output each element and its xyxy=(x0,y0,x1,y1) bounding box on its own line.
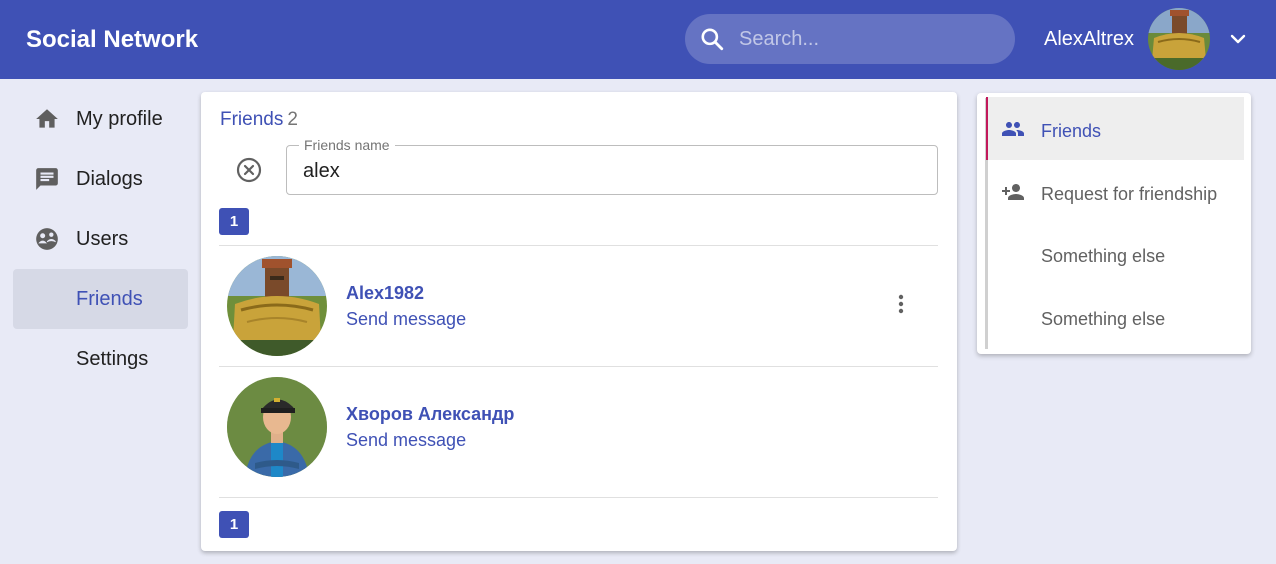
friends-name-field[interactable]: Friends name xyxy=(286,137,938,195)
person-add-icon xyxy=(1002,184,1024,200)
avatar[interactable] xyxy=(1148,8,1210,70)
chevron-down-icon[interactable] xyxy=(1226,27,1250,51)
menu-item-label: Request for friendship xyxy=(1041,184,1218,204)
sidebar-item-users[interactable]: Users xyxy=(13,209,188,269)
search-box[interactable] xyxy=(685,14,1015,64)
sidebar-item-label: Friends xyxy=(76,288,143,310)
search-icon xyxy=(701,28,724,51)
pagination-page-top[interactable]: 1 xyxy=(219,208,249,235)
friends-menu: Friends Request for friendship Something… xyxy=(977,93,1251,354)
friends-count: 2 xyxy=(287,109,298,130)
sidebar-item-label: Users xyxy=(76,228,129,250)
sidebar-item-settings[interactable]: Settings xyxy=(13,329,188,389)
menu-item-something-else-2[interactable]: Something else xyxy=(986,285,1244,348)
menu-item-label: Something else xyxy=(1041,309,1166,329)
sidebar-item-label: Settings xyxy=(76,348,149,370)
sidebar-item-label: Dialogs xyxy=(76,168,143,190)
pagination-page-bottom[interactable]: 1 xyxy=(219,511,249,538)
menu-item-request-for-friendship[interactable]: Request for friendship xyxy=(986,160,1244,223)
friends-title-label: Friends xyxy=(220,109,284,130)
sidebar-item-dialogs[interactable]: Dialogs xyxy=(13,149,188,209)
menu-item-something-else[interactable]: Something else xyxy=(986,222,1244,285)
menu-item-label: Something else xyxy=(1041,246,1166,266)
sidebar-item-my-profile[interactable]: My profile xyxy=(13,89,188,149)
friends-name-label: Friends name xyxy=(299,137,395,153)
send-message-link[interactable]: Send message xyxy=(346,308,466,330)
avatar[interactable] xyxy=(227,377,327,477)
sidebar-item-friends[interactable]: Friends xyxy=(13,269,188,329)
list-item: Хворов Александр Send message xyxy=(219,366,938,486)
username[interactable]: AlexAltrex xyxy=(1044,27,1134,51)
chat-icon xyxy=(36,168,58,190)
menu-item-label: Friends xyxy=(1041,121,1102,141)
home-icon xyxy=(36,109,58,128)
friends-name-input[interactable] xyxy=(303,158,903,184)
list-item: Alex1982 Send message xyxy=(219,245,938,365)
sidebar-item-label: My profile xyxy=(76,108,163,130)
menu-item-friends[interactable]: Friends xyxy=(986,97,1244,160)
friends-card: Friends2 Friends name 1 Alex1982 Se xyxy=(201,92,957,551)
app-header: Social Network AlexAltrex xyxy=(0,0,1276,79)
more-vert-icon[interactable] xyxy=(889,292,913,316)
avatar[interactable] xyxy=(227,256,327,356)
clear-icon[interactable] xyxy=(235,156,263,184)
app-logo[interactable]: Social Network xyxy=(26,25,198,55)
people-icon xyxy=(1002,122,1024,136)
friend-name[interactable]: Alex1982 xyxy=(346,282,424,304)
search-input[interactable] xyxy=(739,24,999,54)
page-title: Friends 2 xyxy=(220,108,298,132)
users-icon xyxy=(36,228,58,250)
divider xyxy=(219,497,938,498)
send-message-link[interactable]: Send message xyxy=(346,429,466,451)
sidebar-nav: My profile Dialogs Users Friends Setting… xyxy=(13,89,188,389)
friend-name[interactable]: Хворов Александр xyxy=(346,403,514,425)
